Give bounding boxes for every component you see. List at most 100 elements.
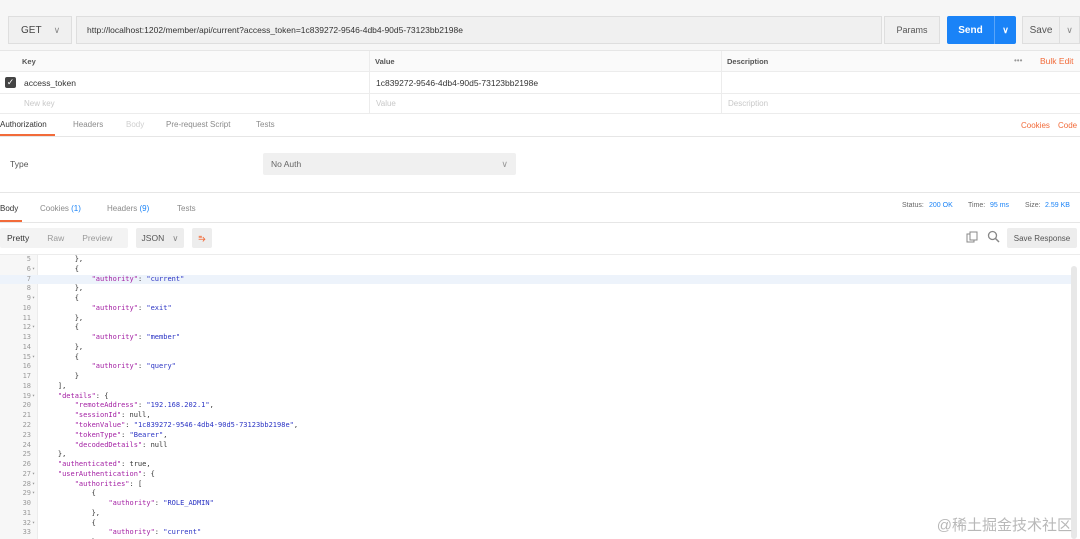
headers-label: Headers	[107, 204, 138, 213]
more-options-icon[interactable]: •••	[1014, 56, 1022, 65]
fold-toggle-icon[interactable]: ▾	[32, 265, 35, 275]
line-number: 18	[22, 381, 31, 390]
active-response-tab-indicator	[0, 220, 22, 222]
code-text: "authenticated": true,	[57, 460, 151, 469]
size-value: 2.59 KB	[1045, 202, 1070, 209]
fold-toggle-icon[interactable]: ▾	[32, 489, 35, 499]
tab-response-cookies[interactable]: Cookies (1)	[40, 204, 81, 213]
fold-toggle-icon[interactable]: ▾	[32, 353, 35, 363]
param-enabled-checkbox[interactable]: ✓	[5, 77, 16, 88]
preview-button[interactable]: Preview	[82, 233, 112, 243]
code-line: 33 "authority": "current"	[0, 528, 1072, 538]
code-text: {	[41, 518, 96, 527]
code-text: "authority": "current"	[91, 274, 185, 283]
code-text: "remoteAddress": "192.168.202.1",	[74, 401, 214, 410]
param-key[interactable]: access_token	[24, 78, 76, 88]
line-number: 10	[22, 303, 31, 312]
code-text: "details": {	[57, 391, 109, 400]
format-select[interactable]: JSON ∨	[136, 228, 184, 248]
code-text: "userAuthentication": {	[57, 469, 155, 478]
code-line: 25 },	[0, 450, 1072, 460]
code-text: {	[41, 352, 79, 361]
response-body-code[interactable]: 5 }, 6 ▾ {7 "authority": "current" 8 }, 9 ▾ {…	[0, 255, 1072, 539]
fold-toggle-icon[interactable]: ▾	[32, 392, 35, 402]
save-response-button[interactable]: Save Response	[1007, 228, 1077, 248]
code-text: },	[41, 508, 101, 517]
code-text: {	[41, 264, 79, 273]
line-number: 30	[22, 499, 31, 508]
code-line: 12 ▾ {	[0, 323, 1072, 333]
code-line: 10 "authority": "exit"	[0, 304, 1072, 314]
code-text: "sessionId": null,	[74, 411, 151, 420]
size-label: Size:	[1025, 202, 1041, 209]
pretty-button[interactable]: Pretty	[7, 233, 29, 243]
new-description-input[interactable]: Description	[722, 94, 1080, 113]
params-button[interactable]: Params	[884, 16, 940, 44]
code-line: 32 ▾ {	[0, 519, 1072, 529]
code-line: 8 },	[0, 284, 1072, 294]
line-number: 25	[22, 450, 31, 459]
code-link[interactable]: Code	[1058, 121, 1077, 130]
auth-type-select[interactable]: No Auth ∨	[263, 153, 516, 175]
params-table-header: Key Value Description ••• Bulk Edit	[0, 51, 1080, 72]
tab-response-tests[interactable]: Tests	[177, 204, 196, 213]
chevron-down-icon: ∨	[501, 158, 508, 169]
code-line: 9 ▾ {	[0, 294, 1072, 304]
search-icon[interactable]	[987, 230, 1000, 243]
code-text: "authority": "exit"	[91, 303, 172, 312]
status-value: 200 OK	[929, 202, 953, 209]
code-text: },	[41, 313, 84, 322]
code-line: 13 "authority": "member"	[0, 333, 1072, 343]
line-number: 9	[26, 294, 31, 303]
new-param-row: New key Value Description	[0, 94, 1080, 114]
tab-tests[interactable]: Tests	[256, 120, 275, 129]
raw-button[interactable]: Raw	[47, 233, 64, 243]
status-label: Status:	[902, 202, 924, 209]
code-text: {	[41, 489, 96, 498]
vertical-scrollbar[interactable]	[1071, 266, 1077, 539]
line-number: 12	[22, 323, 31, 332]
save-options-chevron-icon[interactable]: ∨	[1060, 25, 1079, 36]
line-number: 11	[22, 313, 31, 322]
code-line: 18 ],	[0, 382, 1072, 392]
code-line: 15 ▾ {	[0, 353, 1072, 363]
code-text: ],	[41, 381, 67, 390]
save-button[interactable]: Save ∨	[1022, 16, 1080, 44]
tab-body[interactable]: Body	[126, 120, 144, 129]
fold-toggle-icon[interactable]: ▾	[32, 519, 35, 529]
param-value[interactable]: 1c839272-9546-4db4-90d5-73123bb2198e	[370, 72, 722, 93]
bulk-edit-link[interactable]: Bulk Edit	[1040, 56, 1074, 66]
fold-toggle-icon[interactable]: ▾	[32, 470, 35, 480]
time-label: Time:	[968, 202, 986, 209]
tab-response-headers[interactable]: Headers (9)	[107, 204, 149, 213]
fold-toggle-icon[interactable]: ▾	[32, 323, 35, 333]
cookies-label: Cookies	[40, 204, 69, 213]
new-value-input[interactable]: Value	[370, 94, 722, 113]
url-input[interactable]: http://localhost:1202/member/api/current…	[76, 16, 882, 44]
tab-headers[interactable]: Headers	[73, 120, 103, 129]
code-line: 19 ▾ "details": {	[0, 392, 1072, 402]
cookies-link[interactable]: Cookies	[1021, 121, 1050, 130]
code-line: 24 "decodedDetails": null	[0, 441, 1072, 451]
tab-authorization[interactable]: Authorization	[0, 120, 47, 129]
wrap-lines-icon[interactable]: ⥱	[192, 228, 212, 248]
code-line: 16 "authority": "query"	[0, 362, 1072, 372]
auth-type-value: No Auth	[271, 159, 302, 169]
line-number: 21	[22, 411, 31, 420]
line-number: 31	[22, 508, 31, 517]
key-header: Key	[0, 51, 370, 71]
line-number: 8	[26, 284, 31, 293]
code-text: "authorities": [	[74, 479, 143, 488]
method-select[interactable]: GET ∨	[8, 16, 72, 44]
fold-toggle-icon[interactable]: ▾	[32, 294, 35, 304]
fold-toggle-icon[interactable]: ▾	[32, 480, 35, 490]
code-text: {	[41, 323, 79, 332]
tab-response-body[interactable]: Body	[0, 204, 18, 213]
tab-pre-request-script[interactable]: Pre-request Script	[166, 120, 230, 129]
send-button[interactable]: Send ∨	[947, 16, 1016, 44]
param-description[interactable]	[722, 72, 1080, 93]
new-key-input[interactable]: New key	[0, 94, 370, 113]
code-line: 23 "tokenType": "Bearer",	[0, 431, 1072, 441]
send-options-chevron-icon[interactable]: ∨	[995, 25, 1016, 36]
copy-icon[interactable]	[966, 231, 978, 243]
